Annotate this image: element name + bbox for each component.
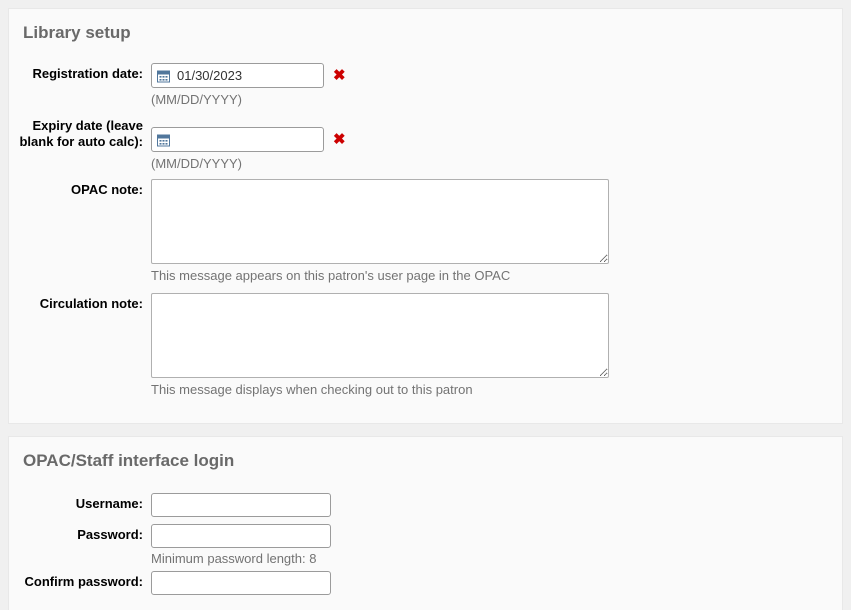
password-row: Password: Minimum password length: 8 xyxy=(13,524,832,566)
circulation-note-textarea[interactable] xyxy=(151,293,609,378)
username-control xyxy=(151,493,832,517)
registration-date-field xyxy=(151,63,324,88)
password-length-hint: Minimum password length: 8 xyxy=(151,551,832,566)
registration-date-row: Registration date: xyxy=(13,63,832,107)
circulation-note-control: This message displays when checking out … xyxy=(151,293,832,397)
calendar-icon[interactable] xyxy=(157,69,170,82)
expiry-date-row: Expiry date (leave blank for auto calc): xyxy=(13,115,832,171)
expiry-date-field xyxy=(151,127,324,152)
confirm-password-label: Confirm password: xyxy=(13,571,143,590)
username-label: Username: xyxy=(13,493,143,512)
calendar-icon[interactable] xyxy=(157,133,170,146)
clear-registration-date-icon[interactable]: ✖ xyxy=(333,63,346,88)
login-section: OPAC/Staff interface login Username: Pas… xyxy=(8,436,843,610)
registration-date-control: ✖ (MM/DD/YYYY) xyxy=(151,63,832,107)
expiry-date-control: ✖ (MM/DD/YYYY) xyxy=(151,127,832,171)
library-setup-section: Library setup Registration date: xyxy=(8,8,843,424)
password-input[interactable] xyxy=(151,524,331,548)
registration-date-label: Registration date: xyxy=(13,63,143,82)
clear-expiry-date-icon[interactable]: ✖ xyxy=(333,127,346,152)
expiry-date-format-hint: (MM/DD/YYYY) xyxy=(151,156,832,171)
expiry-date-label: Expiry date (leave blank for auto calc): xyxy=(13,115,143,149)
circulation-note-row: Circulation note: This message displays … xyxy=(13,293,832,397)
confirm-password-input[interactable] xyxy=(151,571,331,595)
circulation-note-label: Circulation note: xyxy=(13,293,143,312)
username-input[interactable] xyxy=(151,493,331,517)
registration-date-format-hint: (MM/DD/YYYY) xyxy=(151,92,832,107)
expiry-date-input[interactable] xyxy=(151,127,324,152)
opac-note-row: OPAC note: This message appears on this … xyxy=(13,179,832,283)
circulation-note-hint: This message displays when checking out … xyxy=(151,382,832,397)
password-label: Password: xyxy=(13,524,143,543)
registration-date-input[interactable] xyxy=(151,63,324,88)
opac-note-hint: This message appears on this patron's us… xyxy=(151,268,832,283)
opac-note-control: This message appears on this patron's us… xyxy=(151,179,832,283)
username-row: Username: xyxy=(13,493,832,517)
login-title: OPAC/Staff interface login xyxy=(23,449,832,471)
confirm-password-row: Confirm password: xyxy=(13,571,832,595)
library-setup-title: Library setup xyxy=(23,21,832,43)
password-control: Minimum password length: 8 xyxy=(151,524,832,566)
opac-note-label: OPAC note: xyxy=(13,179,143,198)
opac-note-textarea[interactable] xyxy=(151,179,609,264)
confirm-password-control xyxy=(151,571,832,595)
